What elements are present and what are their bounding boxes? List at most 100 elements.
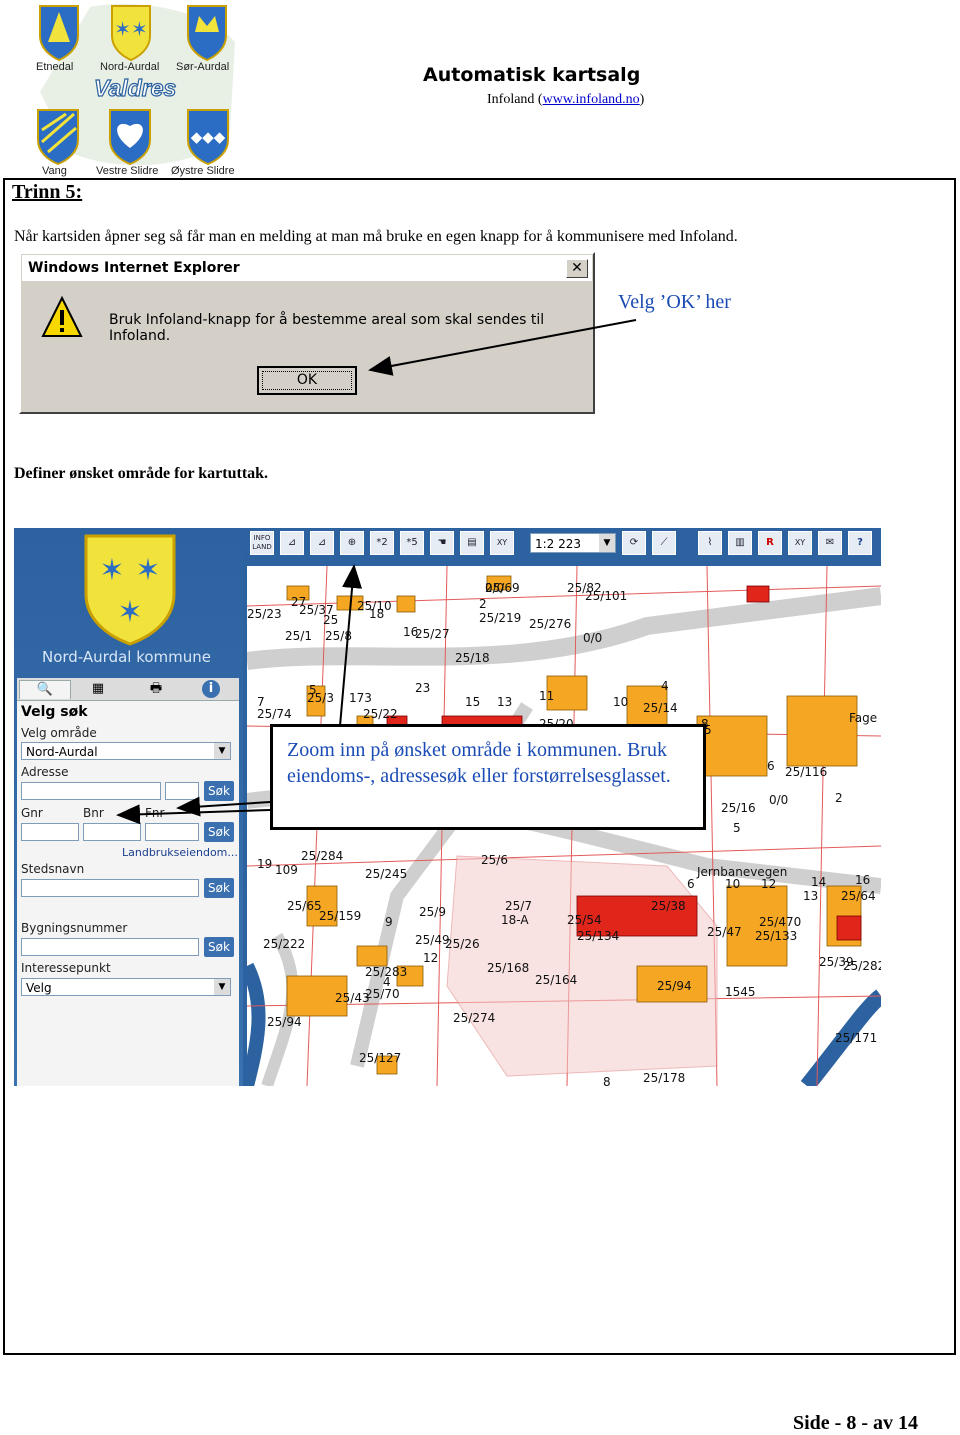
zoom-2x-button[interactable]: *2: [370, 531, 394, 555]
crest-vang: Vang: [37, 109, 79, 177]
crest-etnedal: Etnedal: [36, 5, 79, 73]
search-icon[interactable]: 🔍: [19, 680, 71, 699]
map-parcel-label: 12: [761, 877, 776, 891]
map-parcel-label: 25/94: [657, 979, 692, 993]
dialog-title: Windows Internet Explorer: [28, 260, 240, 276]
stedsnavn-label: Stedsnavn: [21, 862, 85, 876]
velg-omrade-value: Nord-Aurdal: [26, 745, 98, 759]
map-parcel-label: 25/101: [585, 589, 627, 603]
zoom-5x-button[interactable]: *5: [400, 531, 424, 555]
map-parcel-label: 25/284: [301, 849, 343, 863]
map-parcel-label: 25/3: [307, 691, 334, 705]
search-panel: 🔍 ▦ 🖶 i Velg søk Velg område Nord-Aurdal…: [17, 678, 239, 1086]
map-parcel-label: 25/1: [285, 629, 312, 643]
map-parcel-label: 5: [733, 821, 741, 835]
dialog-titlebar: Windows Internet Explorer ✕: [22, 255, 592, 281]
kommune-name: Nord-Aurdal kommune: [42, 648, 212, 666]
pan-hand-icon[interactable]: ☚: [430, 531, 454, 555]
edit-area-icon[interactable]: ⊿: [310, 531, 334, 555]
panel-tabs: 🔍 ▦ 🖶 i: [17, 678, 239, 701]
bnr-input[interactable]: [83, 823, 141, 841]
grid-icon[interactable]: ▦: [73, 680, 123, 698]
map-parcel-label: 25/54: [567, 913, 602, 927]
velg-omrade-label: Velg område: [21, 726, 97, 740]
chevron-down-icon: ▼: [599, 534, 615, 552]
layers-icon[interactable]: ▤: [460, 531, 484, 555]
map-parcel-label: 0/0: [769, 793, 788, 807]
map-parcel-label: 23: [415, 681, 430, 695]
map-parcel-label: 25/134: [577, 929, 619, 943]
profile-icon[interactable]: ⌇: [698, 531, 722, 555]
velg-omrade-select[interactable]: Nord-Aurdal ▼: [21, 742, 231, 760]
ok-button-label: OK: [262, 371, 352, 390]
step-heading: Trinn 5:: [12, 181, 83, 203]
map-parcel-label: Fage: [849, 711, 877, 725]
map-parcel-label: 15: [465, 695, 480, 709]
interessepunkt-label: Interessepunkt: [21, 961, 111, 975]
map-parcel-label: 25/171: [835, 1031, 877, 1045]
stedsnavn-search-button[interactable]: Søk: [204, 878, 234, 898]
infoland-link[interactable]: www.infoland.no: [543, 92, 640, 107]
report-icon[interactable]: R: [758, 531, 782, 555]
panel-heading: Velg søk: [21, 704, 88, 720]
map-parcel-label: 25/14: [643, 701, 678, 715]
gis-left-column: ✶ ✶ ✶ Nord-Aurdal kommune 🔍 ▦ 🖶 i Velg s…: [14, 528, 243, 1086]
landbruk-link[interactable]: Landbrukseiendom...: [122, 846, 238, 859]
adresse-number-input[interactable]: [165, 782, 199, 800]
chevron-down-icon: ▼: [214, 743, 230, 759]
mail-icon[interactable]: ✉: [818, 531, 842, 555]
map-parcel-label: 25/16: [721, 801, 756, 815]
map-parcel-label: 0/0: [485, 581, 504, 595]
infoland-button[interactable]: INFO LAND: [250, 531, 274, 555]
map-parcel-label: 25/38: [651, 899, 686, 913]
svg-text:✶: ✶: [117, 596, 142, 629]
map-toolbar: INFO LAND ⊿ ⊿ ⊕ *2 *5 ☚ ▤ XY 1:2 223 ▼ ⟳ …: [243, 528, 881, 560]
gnr-label: Gnr: [21, 806, 43, 820]
map-parcel-label: 11: [539, 689, 554, 703]
zoom-in-icon[interactable]: ⊕: [340, 531, 364, 555]
bygningsnummer-label: Bygningsnummer: [21, 921, 128, 935]
bygningsnummer-search-button[interactable]: Søk: [204, 937, 234, 957]
section-heading: Definer ønsket område for kartuttak.: [14, 465, 269, 482]
scale-value: 1:2 223: [535, 537, 582, 551]
draw-area-icon[interactable]: ⊿: [280, 531, 304, 555]
map-parcel-label: 19: [257, 857, 272, 871]
fnr-label: Fnr: [145, 806, 165, 820]
map-parcel-label: 25/64: [841, 889, 876, 903]
stedsnavn-input[interactable]: [21, 879, 199, 897]
refresh-icon[interactable]: ⟳: [622, 531, 646, 555]
bookmark-icon[interactable]: ▥: [728, 531, 752, 555]
bygningsnummer-input[interactable]: [21, 938, 199, 956]
coordinate-xy-button[interactable]: XY: [490, 531, 514, 555]
map-parcel-label: 25/116: [785, 765, 827, 779]
adresse-label: Adresse: [21, 765, 69, 779]
map-parcel-label: 25/18: [455, 651, 490, 665]
chevron-down-icon: ▼: [214, 979, 230, 995]
print-icon[interactable]: 🖶: [131, 680, 181, 698]
svg-text:Sør-Aurdal: Sør-Aurdal: [176, 61, 229, 73]
close-icon[interactable]: ✕: [566, 259, 588, 278]
measure-icon[interactable]: ⟋: [652, 531, 676, 555]
adresse-input[interactable]: [21, 782, 161, 800]
map-parcel-label: 14: [811, 875, 826, 889]
map-parcel-label: 25/94: [267, 1015, 302, 1029]
map-parcel-label: 25/26: [445, 937, 480, 951]
interessepunkt-value: Velg: [26, 981, 52, 995]
map-parcel-label: 25/164: [535, 973, 577, 987]
dialog-message: Bruk Infoland-knapp for å bestemme areal…: [109, 312, 545, 344]
gnr-input[interactable]: [21, 823, 79, 841]
map-parcel-label: 25/9: [419, 905, 446, 919]
map-parcel-label: 25/178: [643, 1071, 685, 1085]
info-icon[interactable]: i: [202, 680, 220, 698]
ok-button[interactable]: OK: [257, 366, 357, 395]
fnr-input[interactable]: [145, 823, 199, 841]
map-parcel-label: 25/49: [415, 933, 450, 947]
map-parcel-label: 10: [725, 877, 740, 891]
gnr-search-button[interactable]: Søk: [204, 822, 234, 842]
map-parcel-label: 25/276: [529, 617, 571, 631]
adresse-search-button[interactable]: Søk: [204, 781, 234, 801]
help-icon[interactable]: ?: [848, 531, 872, 555]
scale-select[interactable]: 1:2 223 ▼: [530, 533, 616, 553]
interessepunkt-select[interactable]: Velg ▼: [21, 978, 231, 996]
xy-search-icon[interactable]: XY: [788, 531, 812, 555]
